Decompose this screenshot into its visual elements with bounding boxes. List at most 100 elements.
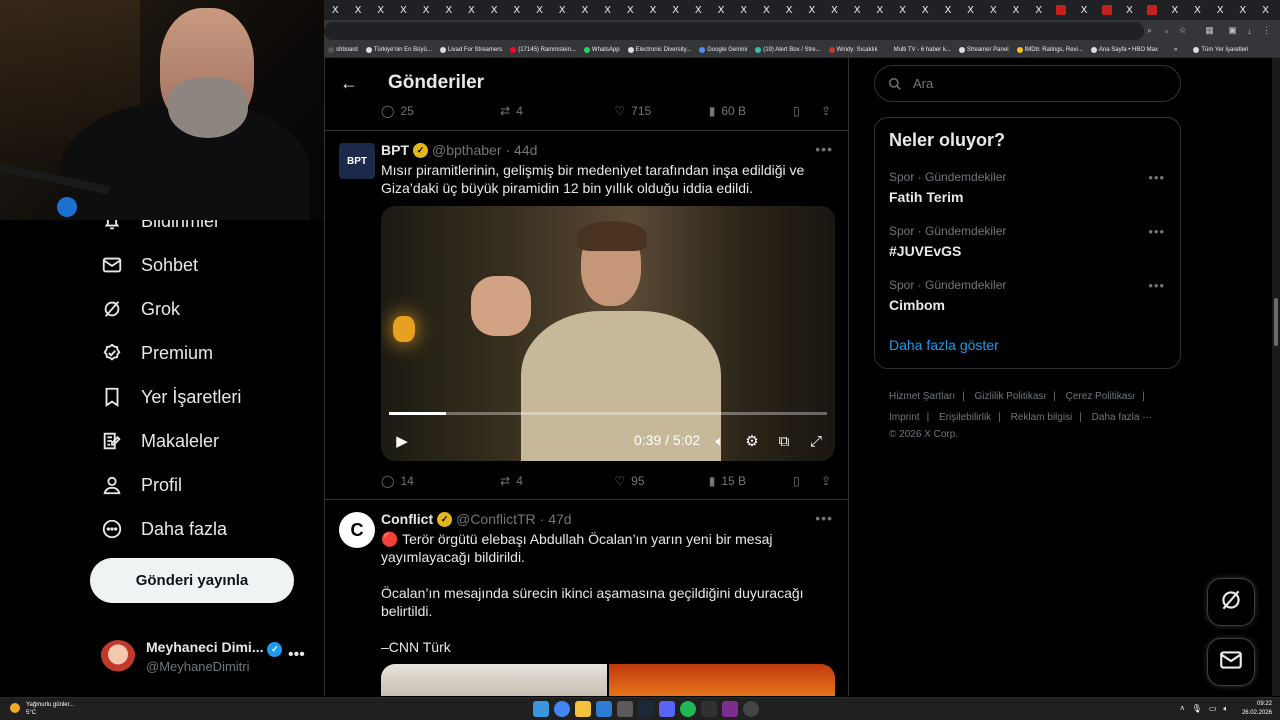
views-button[interactable]: ▮ 60 B	[709, 104, 793, 118]
bookmark-item[interactable]: Tüm Yer İşaretleri	[1189, 46, 1252, 53]
star-icon[interactable]: ☆	[1177, 25, 1188, 36]
video-progress-bar[interactable]	[389, 412, 827, 415]
browser-tab[interactable]: X	[528, 0, 551, 20]
browser-tab[interactable]: X	[778, 0, 801, 20]
volume-icon[interactable]: 🔈︎	[1223, 704, 1228, 714]
browser-tab[interactable]	[1141, 0, 1164, 20]
bookmark-item[interactable]: IMDb: Ratings, Revi...	[1013, 46, 1087, 53]
footer-link[interactable]: Çerez Politikası	[1066, 391, 1135, 402]
browser-tab[interactable]: X	[1073, 0, 1096, 20]
spotify-icon[interactable]	[680, 701, 696, 717]
tweet-time[interactable]: · 44d	[505, 142, 537, 158]
browser-tab[interactable]: X	[1163, 0, 1186, 20]
tweet[interactable]: C Conflict ✓ @ConflictTR · 47d ••• 🔴 Ter…	[325, 499, 848, 696]
scrollbar-thumb[interactable]	[1274, 298, 1278, 346]
volume-icon[interactable]: 🔈︎	[711, 432, 729, 450]
footer-link[interactable]: Hizmet Şartları	[889, 391, 955, 402]
browser-tab[interactable]: X	[891, 0, 914, 20]
tray-chevron-icon[interactable]: ˄	[1180, 704, 1185, 714]
browser-tab[interactable]: X	[982, 0, 1005, 20]
browser-tab[interactable]: X	[596, 0, 619, 20]
mic-icon[interactable]: 🎙︎	[1192, 704, 1202, 714]
bookmark-button[interactable]: ▯	[793, 104, 821, 118]
nav-profile[interactable]: Profil	[100, 469, 182, 501]
bookmark-item[interactable]: Google Gemini	[695, 46, 751, 53]
browser-tab[interactable]: X	[619, 0, 642, 20]
browser-tab[interactable]: X	[664, 0, 687, 20]
author-name[interactable]: Conflict	[381, 511, 433, 527]
nav-articles[interactable]: Makaleler	[100, 425, 219, 457]
tweet-image[interactable]	[609, 664, 835, 696]
extensions-icon[interactable]: ▦	[1204, 25, 1215, 36]
bookmark-item[interactable]: »	[1162, 47, 1181, 53]
chrome-icon[interactable]	[554, 701, 570, 717]
play-icon[interactable]: ▶	[393, 432, 411, 450]
author-name[interactable]: BPT	[381, 142, 409, 158]
account-switcher[interactable]: Meyhaneci Dimi... ✓ @MeyhaneDimitri •••	[100, 638, 310, 678]
app-icon[interactable]	[617, 701, 633, 717]
zoom-icon[interactable]: ⌕	[1144, 25, 1155, 36]
post-button[interactable]: Gönderi yayınla	[90, 558, 294, 603]
bookmark-item[interactable]: Windy: Sıcaklık	[825, 46, 882, 53]
extension-icon[interactable]: ▫	[1161, 25, 1172, 36]
more-options-icon[interactable]: •••	[1148, 170, 1165, 185]
browser-tab[interactable]: X	[1254, 0, 1277, 20]
trend-item[interactable]: Spor · Gündemdekiler Cimbom •••	[889, 278, 1169, 318]
grok-fab-button[interactable]	[1207, 578, 1255, 626]
author-handle[interactable]: @ConflictTR	[456, 511, 536, 527]
repost-button[interactable]: ⇄ 4	[500, 104, 614, 118]
tweet-image[interactable]	[381, 664, 607, 696]
author-handle[interactable]: @bpthaber	[432, 142, 501, 158]
browser-tab[interactable]: X	[324, 0, 347, 20]
bookmark-item[interactable]: Multi TV - 6 haber k...	[882, 46, 955, 53]
repost-button[interactable]: ⇄ 4	[500, 474, 614, 488]
nav-chat[interactable]: Sohbet	[100, 249, 198, 281]
like-button[interactable]: ♡ 95	[614, 474, 708, 488]
more-options-icon[interactable]: •••	[1148, 278, 1165, 293]
video-player[interactable]: ▶ 0:39 / 5:02 🔈︎ ⚙ ⧉ ⤢	[381, 206, 835, 461]
page-scrollbar[interactable]	[1272, 58, 1280, 696]
tweet-images[interactable]	[381, 664, 835, 696]
browser-tab[interactable]: X	[437, 0, 460, 20]
fullscreen-icon[interactable]: ⤢	[807, 432, 825, 450]
app-icon[interactable]	[722, 701, 738, 717]
footer-link[interactable]: Imprint	[889, 412, 920, 423]
browser-tab[interactable]: X	[551, 0, 574, 20]
browser-tab[interactable]: X	[483, 0, 506, 20]
browser-tab[interactable]: X	[710, 0, 733, 20]
views-button[interactable]: ▮ 15 B	[709, 474, 793, 488]
nav-more[interactable]: Daha fazla	[100, 513, 227, 545]
bookmark-item[interactable]: (17145) Rammstein...	[506, 46, 580, 53]
bookmark-item[interactable]: Streamer Panel	[955, 46, 1013, 53]
browser-tab[interactable]: X	[937, 0, 960, 20]
reply-button[interactable]: ◯ 25	[381, 104, 500, 118]
bookmark-item[interactable]: Ana Sayfa • HBO Max	[1087, 46, 1162, 53]
address-bar[interactable]	[324, 22, 1144, 40]
settings-icon[interactable]: ⚙	[743, 432, 761, 450]
browser-tab[interactable]: X	[1118, 0, 1141, 20]
browser-tab[interactable]: X	[959, 0, 982, 20]
browser-tab[interactable]: X	[392, 0, 415, 20]
browser-tab[interactable]: X	[1027, 0, 1050, 20]
browser-tab[interactable]: X	[460, 0, 483, 20]
browser-tab[interactable]: X	[369, 0, 392, 20]
app-icon[interactable]	[701, 701, 717, 717]
profile-icon[interactable]: ▣	[1227, 25, 1238, 36]
nav-grok[interactable]: Grok	[100, 293, 180, 325]
back-arrow-icon[interactable]: ←	[340, 73, 360, 94]
browser-tab[interactable]: X	[1232, 0, 1255, 20]
trend-item[interactable]: Spor · Gündemdekiler Fatih Terim •••	[889, 170, 1169, 210]
browser-tab[interactable]: X	[1005, 0, 1028, 20]
share-button[interactable]: ⇪	[821, 474, 831, 488]
browser-tab[interactable]	[1095, 0, 1118, 20]
footer-link[interactable]: Reklam bilgisi	[1011, 412, 1073, 423]
app-icon[interactable]	[743, 701, 759, 717]
browser-tab[interactable]: X	[846, 0, 869, 20]
pip-icon[interactable]: ⧉	[775, 432, 793, 450]
browser-tab[interactable]: X	[1209, 0, 1232, 20]
search-input[interactable]: Ara	[874, 65, 1181, 102]
avatar[interactable]: BPT	[339, 143, 375, 179]
bookmark-item[interactable]: Türkiye'nin En Büyü...	[362, 46, 436, 53]
network-icon[interactable]: ▭	[1209, 704, 1217, 714]
bookmark-item[interactable]: shboard	[324, 46, 362, 53]
